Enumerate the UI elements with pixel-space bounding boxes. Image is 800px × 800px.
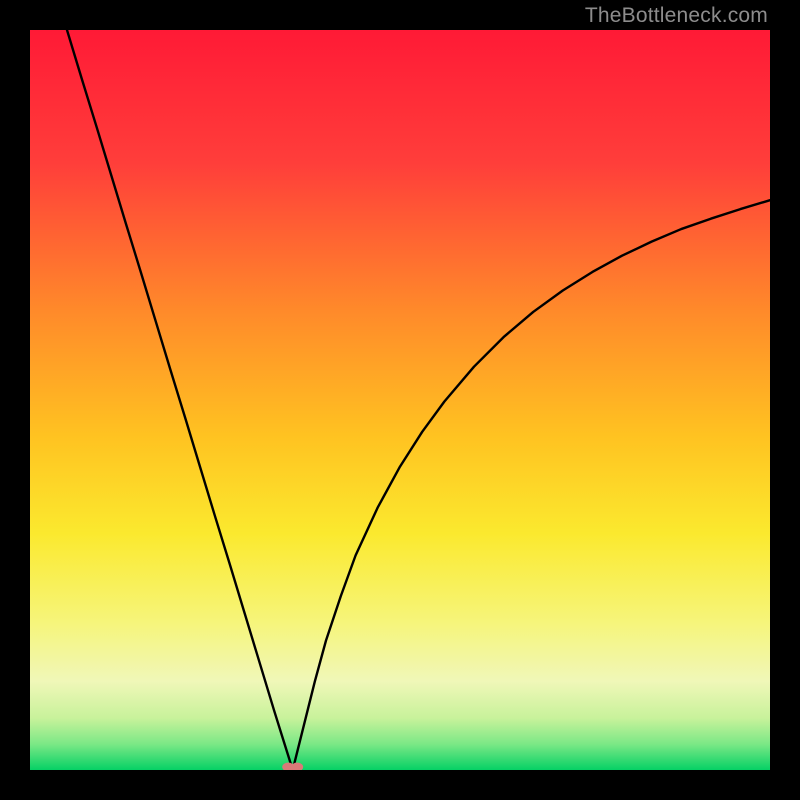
watermark-text: TheBottleneck.com bbox=[585, 4, 768, 28]
plot-area bbox=[30, 30, 770, 770]
minimum-marker bbox=[282, 763, 303, 771]
chart-frame: TheBottleneck.com bbox=[0, 0, 800, 800]
bottleneck-curve bbox=[67, 30, 770, 770]
curve-layer bbox=[30, 30, 770, 770]
